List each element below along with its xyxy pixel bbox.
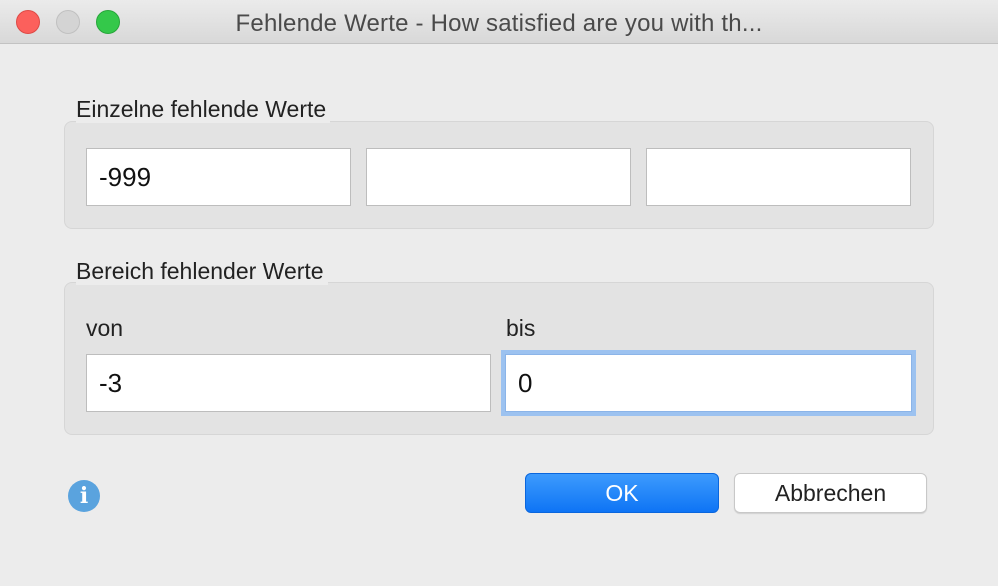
missing-value-field-2[interactable] <box>366 148 631 206</box>
single-missing-values-label: Einzelne fehlende Werte <box>76 96 331 123</box>
range-from-label: von <box>86 315 124 341</box>
ok-button[interactable]: OK <box>525 473 719 513</box>
missing-value-field-1[interactable] <box>86 148 351 206</box>
missing-value-field-3[interactable] <box>646 148 911 206</box>
range-to-field[interactable] <box>505 354 912 412</box>
range-from-field[interactable] <box>86 354 491 412</box>
info-icon[interactable]: i <box>68 480 100 512</box>
title-bar: Fehlende Werte - How satisfied are you w… <box>0 0 998 44</box>
range-missing-values-label: Bereich fehlender Werte <box>76 258 328 285</box>
cancel-button[interactable]: Abbrechen <box>734 473 927 513</box>
range-to-label: bis <box>506 315 536 341</box>
window-title: Fehlende Werte - How satisfied are you w… <box>235 10 763 37</box>
